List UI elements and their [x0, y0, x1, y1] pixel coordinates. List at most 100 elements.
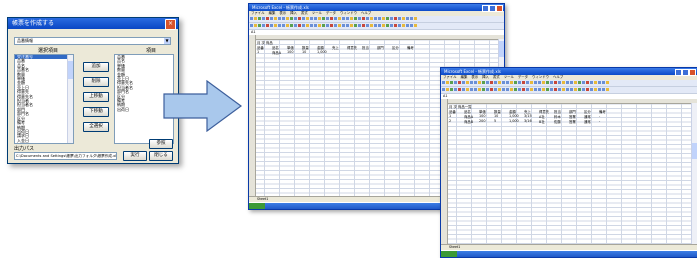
start-button[interactable] — [249, 203, 265, 209]
menu-item[interactable]: ツール — [504, 75, 514, 79]
toolbar-button-icon[interactable] — [333, 24, 337, 27]
toolbar-button-icon[interactable] — [561, 88, 565, 91]
toolbar-button-icon[interactable] — [393, 17, 397, 20]
toolbar-button-icon[interactable] — [473, 81, 477, 84]
cell[interactable]: 1,000 — [509, 114, 519, 118]
toolbar-button-icon[interactable] — [529, 81, 533, 84]
toolbar-button-icon[interactable] — [405, 24, 409, 27]
toolbar-button-icon[interactable] — [317, 17, 321, 20]
toolbar-button-icon[interactable] — [265, 17, 269, 20]
select-all-button[interactable]: 全選択 — [83, 122, 109, 132]
output-path-input[interactable]: C:\Documents and Settings\帳票\出力フォルダ\帳票作成… — [14, 152, 117, 160]
toolbar-button-icon[interactable] — [293, 17, 297, 20]
toolbar-button-icon[interactable] — [601, 88, 605, 91]
toolbar-button-icon[interactable] — [513, 81, 517, 84]
start-button[interactable] — [441, 251, 457, 257]
toolbar-button-icon[interactable] — [461, 81, 465, 84]
toolbar-button-icon[interactable] — [457, 81, 461, 84]
cell[interactable]: 10 — [302, 50, 306, 54]
toolbar-button-icon[interactable] — [445, 88, 449, 91]
toolbar-button-icon[interactable] — [593, 88, 597, 91]
toolbar-button-icon[interactable] — [529, 88, 533, 91]
menu-item[interactable]: ウィンドウ — [340, 11, 357, 15]
toolbar-button-icon[interactable] — [413, 24, 417, 27]
scrollbar-thumb[interactable] — [68, 61, 73, 79]
toolbar-button-icon[interactable] — [269, 24, 273, 27]
minimize-icon[interactable] — [675, 69, 682, 76]
cell[interactable]: 3/15 — [524, 114, 532, 118]
toolbar-button-icon[interactable] — [329, 24, 333, 27]
toolbar-button-icon[interactable] — [461, 88, 465, 91]
toolbar-button-icon[interactable] — [497, 81, 501, 84]
toolbar-button-icon[interactable] — [601, 81, 605, 84]
toolbar-button-icon[interactable] — [477, 81, 481, 84]
toolbar-button-icon[interactable] — [577, 81, 581, 84]
menu-item[interactable]: ファイル — [251, 11, 265, 15]
toolbar-button-icon[interactable] — [369, 17, 373, 20]
toolbar-button-icon[interactable] — [545, 88, 549, 91]
menu-item[interactable]: 表示 — [279, 11, 286, 15]
toolbar-button-icon[interactable] — [353, 17, 357, 20]
toolbar-button-icon[interactable] — [569, 88, 573, 91]
toolbar-button-icon[interactable] — [525, 88, 529, 91]
maximize-icon[interactable] — [489, 5, 496, 12]
menu-item[interactable]: ウィンドウ — [532, 75, 549, 79]
toolbar-button-icon[interactable] — [357, 17, 361, 20]
menu-item[interactable]: ファイル — [443, 75, 457, 79]
toolbar-button-icon[interactable] — [561, 81, 565, 84]
name-box[interactable]: A1 — [251, 30, 255, 34]
toolbar-button-icon[interactable] — [261, 24, 265, 27]
column-headers[interactable] — [441, 99, 697, 104]
toolbar-button-icon[interactable] — [413, 17, 417, 20]
cell[interactable]: 備考 — [407, 45, 414, 50]
toolbar-button-icon[interactable] — [521, 81, 525, 84]
move-up-button[interactable]: 上移動 — [83, 92, 109, 102]
toolbar-button-icon[interactable] — [481, 81, 485, 84]
menu-item[interactable]: ヘルプ — [553, 75, 563, 79]
toolbar-button-icon[interactable] — [485, 88, 489, 91]
toolbar-button-icon[interactable] — [497, 88, 501, 91]
toolbar-button-icon[interactable] — [377, 17, 381, 20]
toolbar-button-icon[interactable] — [357, 24, 361, 27]
toolbar-button-icon[interactable] — [489, 81, 493, 84]
toolbar-button-icon[interactable] — [553, 88, 557, 91]
toolbar-button-icon[interactable] — [285, 17, 289, 20]
toolbar-button-icon[interactable] — [441, 81, 445, 84]
scrollbar-thumb[interactable] — [499, 41, 504, 57]
toolbar-button-icon[interactable] — [405, 17, 409, 20]
vertical-scrollbar[interactable] — [691, 103, 697, 244]
toolbar-button-icon[interactable] — [453, 88, 457, 91]
toolbar-button-icon[interactable] — [377, 24, 381, 27]
toolbar-button-icon[interactable] — [585, 88, 589, 91]
cell[interactable]: 5 — [494, 119, 496, 123]
toolbar-button-icon[interactable] — [309, 17, 313, 20]
cell[interactable]: 1,000 — [509, 119, 519, 123]
cell[interactable]: B社 — [539, 119, 545, 124]
toolbar-button-icon[interactable] — [325, 17, 329, 20]
toolbar-button-icon[interactable] — [581, 81, 585, 84]
toolbar-button-icon[interactable] — [345, 24, 349, 27]
left-list-scrollbar[interactable] — [67, 55, 73, 143]
toolbar-button-icon[interactable] — [533, 88, 537, 91]
toolbar-button-icon[interactable] — [577, 88, 581, 91]
toolbar-button-icon[interactable] — [597, 88, 601, 91]
toolbar-button-icon[interactable] — [393, 24, 397, 27]
menu-item[interactable]: 編集 — [461, 75, 468, 79]
toolbar-button-icon[interactable] — [269, 17, 273, 20]
chevron-down-icon[interactable]: ▼ — [164, 38, 170, 44]
toolbar-button-icon[interactable] — [397, 24, 401, 27]
toolbar-button-icon[interactable] — [465, 81, 469, 84]
cell[interactable]: 部門 — [377, 45, 384, 50]
toolbar-button-icon[interactable] — [593, 81, 597, 84]
cell[interactable]: 10 — [494, 114, 498, 118]
toolbar-button-icon[interactable] — [373, 17, 377, 20]
list-item[interactable]: 入金日 — [15, 138, 73, 143]
toolbar-button-icon[interactable] — [501, 81, 505, 84]
toolbar-button-icon[interactable] — [281, 17, 285, 20]
menu-item[interactable]: 挿入 — [290, 11, 297, 15]
toolbar-button-icon[interactable] — [337, 24, 341, 27]
cell[interactable]: 売上 — [332, 45, 339, 50]
toolbar-button-icon[interactable] — [285, 24, 289, 27]
toolbar-button-icon[interactable] — [385, 17, 389, 20]
toolbar-button-icon[interactable] — [381, 24, 385, 27]
